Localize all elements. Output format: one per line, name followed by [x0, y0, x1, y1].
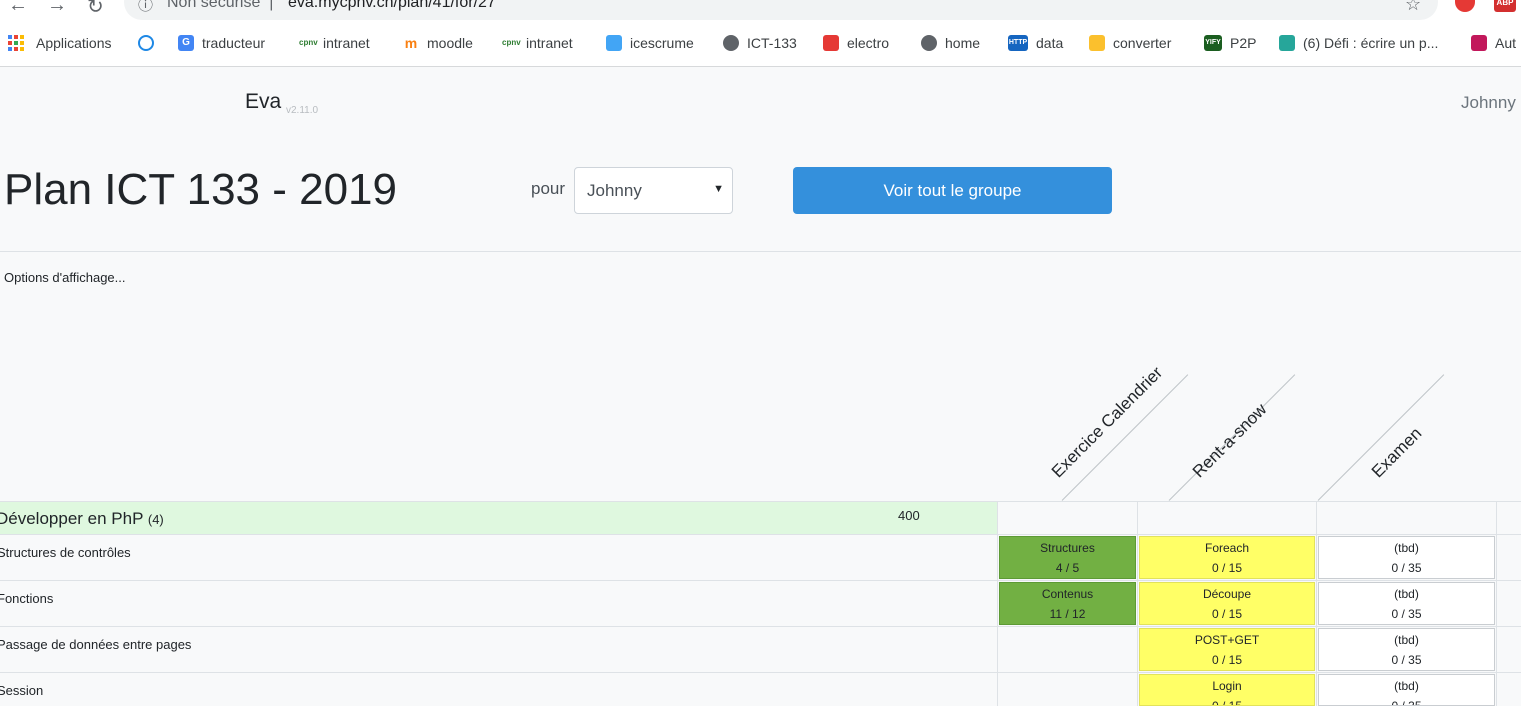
bookmark-converter[interactable]: converter: [1089, 35, 1171, 51]
task-score: 11 / 12: [1049, 607, 1086, 621]
forward-arrow-icon[interactable]: →: [47, 0, 67, 17]
security-label: Non sécurisé |: [167, 0, 274, 11]
task-cell[interactable]: Découpe 0 / 15: [1139, 582, 1315, 625]
column-header-rent-a-snow[interactable]: Rent-a-snow: [1189, 400, 1271, 482]
moodle-icon: m: [404, 35, 418, 51]
grid-line: [997, 501, 998, 706]
cpnv-icon: cpnv: [502, 38, 521, 47]
task-cell[interactable]: (tbd) 0 / 35: [1318, 628, 1495, 671]
task-name: Découpe: [1202, 587, 1252, 601]
task-score: 0 / 15: [1211, 699, 1243, 706]
adblock-plus-icon[interactable]: ABP: [1494, 0, 1516, 12]
bookmark-icescrume[interactable]: icescrume: [606, 35, 694, 51]
bookmark-p2p[interactable]: YIFY P2P: [1204, 35, 1256, 51]
bookmark-defi[interactable]: (6) Défi : écrire un p...: [1279, 35, 1438, 51]
row-label-session: Session: [0, 683, 44, 698]
grid-line: [0, 580, 1521, 581]
user-menu[interactable]: Johnny: [1461, 93, 1516, 113]
back-arrow-icon[interactable]: ←: [8, 0, 28, 17]
dna-icon: [138, 35, 154, 51]
grid-line: [0, 672, 1521, 673]
bookmark-intranet-1[interactable]: cpnv intranet: [299, 35, 370, 51]
app-version: v2.11.0: [286, 105, 319, 116]
task-cell[interactable]: (tbd) 0 / 35: [1318, 536, 1495, 579]
bookmark-moodle[interactable]: m moodle: [403, 35, 473, 51]
column-header-exercice-calendrier[interactable]: Exercice Calendrier: [1048, 363, 1167, 482]
task-cell[interactable]: Contenus 11 / 12: [999, 582, 1136, 625]
chevron-down-icon: ▼: [713, 183, 724, 195]
task-name: Login: [1212, 679, 1242, 693]
section-title[interactable]: Développer en PhP (4): [0, 509, 164, 529]
student-select-label: pour: [531, 179, 566, 198]
stack-icon: [606, 35, 622, 51]
view-group-button[interactable]: Voir tout le groupe: [793, 167, 1112, 214]
hex-icon: [1279, 35, 1295, 51]
tinkercad-icon: [823, 35, 839, 51]
task-name: (tbd): [1394, 633, 1419, 647]
http-icon: HTTP: [1008, 35, 1028, 51]
grid-line: [0, 626, 1521, 627]
task-score: 0 / 35: [1391, 607, 1422, 621]
google-translate-icon: G: [178, 35, 194, 51]
task-name: Foreach: [1204, 541, 1250, 555]
task-cell[interactable]: (tbd) 0 / 35: [1318, 582, 1495, 625]
task-name: Contenus: [1041, 587, 1094, 601]
task-name: (tbd): [1394, 587, 1419, 601]
globe-icon: [921, 35, 937, 51]
grid-line: [1316, 501, 1317, 706]
cube-icon: [1471, 35, 1487, 51]
task-name: POST+GET: [1194, 633, 1260, 647]
task-cell[interactable]: Structures 4 / 5: [999, 536, 1136, 579]
page-title: Plan ICT 133 - 2019: [4, 165, 397, 214]
bookmark-ict133[interactable]: ICT-133: [723, 35, 797, 51]
task-score: 0 / 15: [1211, 561, 1243, 575]
task-score: 4 / 5: [1055, 561, 1080, 575]
row-label-passage: Passage de données entre pages: [0, 637, 192, 652]
bookmark-intranet-2[interactable]: cpnv intranet: [502, 35, 573, 51]
bookmark-traducteur[interactable]: G traducteur: [178, 35, 265, 51]
bookmarks-bar: Applications G traducteur cpnv intranet …: [0, 24, 1521, 67]
section-total: 400: [898, 508, 920, 523]
apps-grid-icon: [8, 35, 24, 51]
column-header-examen[interactable]: Examen: [1368, 424, 1426, 482]
section-count: (4): [147, 512, 164, 527]
bookmark-aut[interactable]: Aut: [1471, 35, 1516, 51]
grid-line: [1496, 501, 1497, 706]
task-score: 0 / 35: [1391, 561, 1422, 575]
task-cell[interactable]: POST+GET 0 / 15: [1139, 628, 1315, 671]
section-divider: [0, 251, 1521, 252]
url-text[interactable]: eva.mycpnv.ch/plan/41/for/27: [288, 0, 496, 12]
student-select-value: Johnny: [587, 181, 642, 200]
grid-line: [1137, 501, 1138, 706]
bookmark-data[interactable]: HTTP data: [1008, 35, 1063, 51]
bookmark-home[interactable]: home: [921, 35, 980, 51]
task-name: Structures: [1040, 541, 1095, 555]
task-cell[interactable]: (tbd) 0 / 35: [1318, 674, 1495, 706]
bookmark-applications[interactable]: Applications: [8, 35, 112, 51]
brand-logo[interactable]: Eva: [245, 90, 281, 114]
reload-icon[interactable]: ↻: [87, 0, 104, 19]
bookmark-dna[interactable]: [138, 35, 154, 51]
row-label-fonctions: Fonctions: [0, 591, 54, 606]
task-score: 0 / 15: [1211, 653, 1243, 667]
display-options-link[interactable]: Options d'affichage...: [4, 270, 126, 285]
task-score: 0 / 35: [1391, 653, 1422, 667]
task-name: (tbd): [1394, 679, 1419, 693]
task-name: (tbd): [1394, 541, 1419, 555]
row-label-structures: Structures de contrôles: [0, 545, 131, 560]
p2p-icon: YIFY: [1204, 35, 1222, 51]
camera-icon: [1089, 35, 1105, 51]
student-select[interactable]: Johnny ▼: [574, 167, 733, 214]
cpnv-icon: cpnv: [299, 38, 318, 47]
globe-icon: [723, 35, 739, 51]
bookmark-electro[interactable]: electro: [823, 35, 889, 51]
grid-line: [0, 534, 1521, 535]
bookmark-star-icon[interactable]: ☆: [1405, 0, 1421, 15]
task-score: 0 / 15: [1211, 607, 1243, 621]
task-cell[interactable]: Login 0 / 15: [1139, 674, 1315, 706]
task-score: 0 / 35: [1391, 699, 1422, 706]
task-cell[interactable]: Foreach 0 / 15: [1139, 536, 1315, 579]
info-icon[interactable]: ⓘ: [138, 0, 153, 15]
